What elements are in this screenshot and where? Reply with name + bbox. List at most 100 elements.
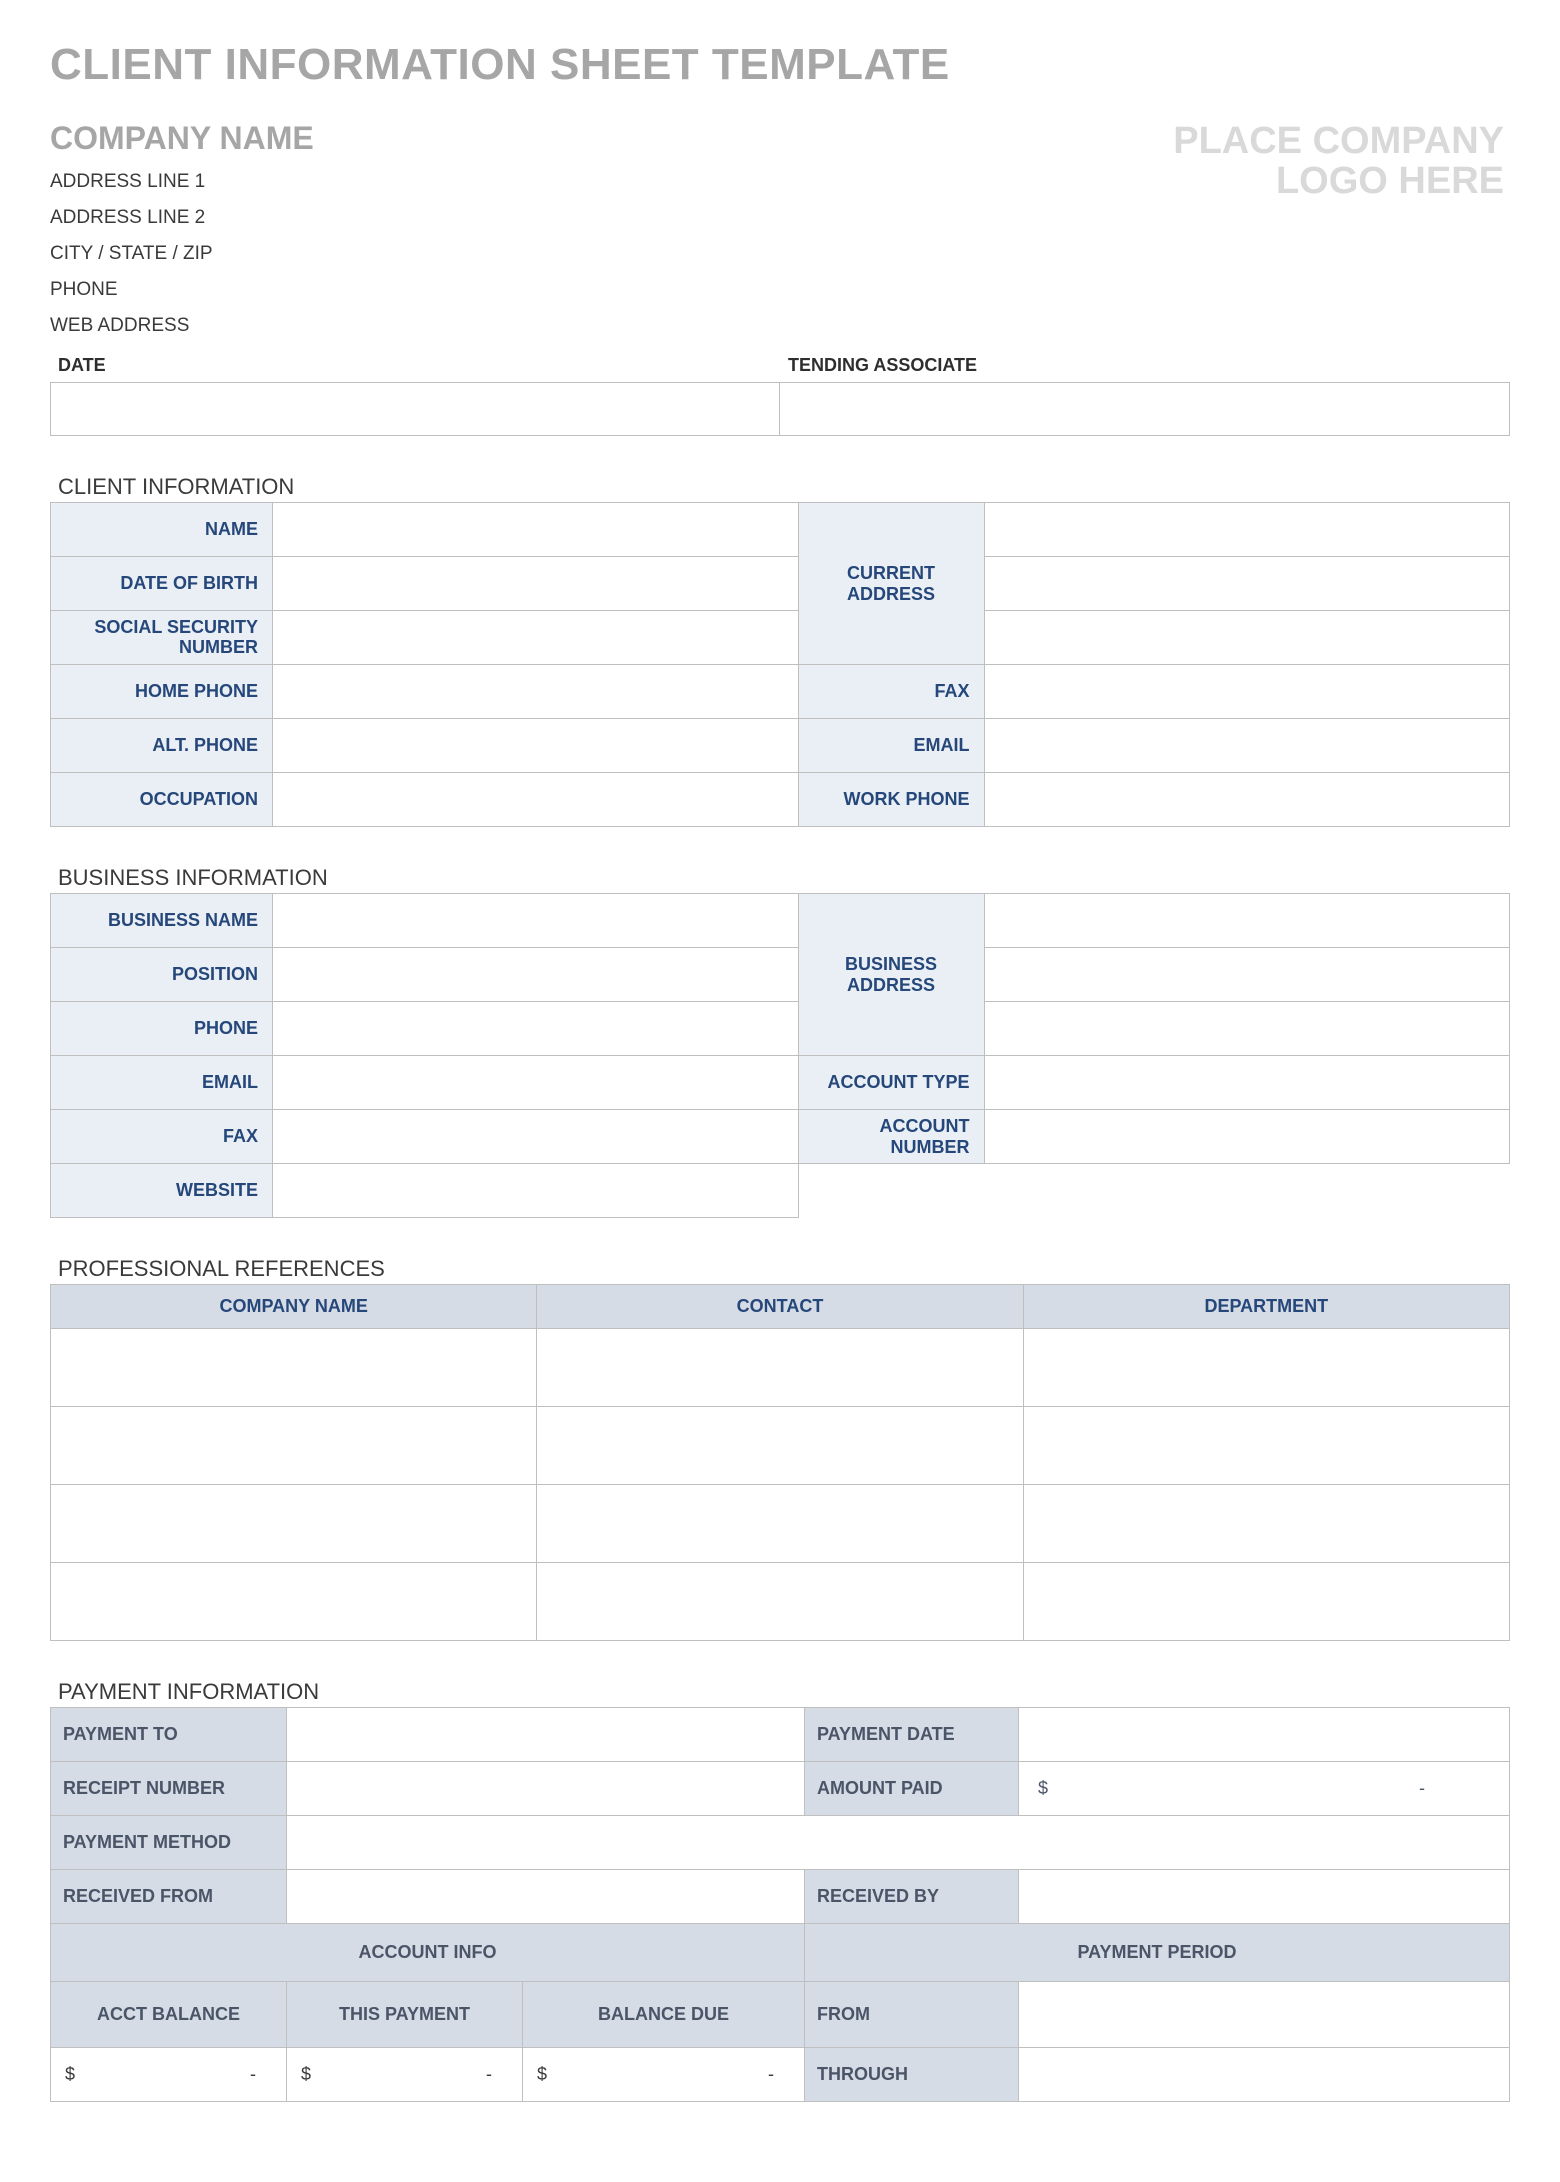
tending-associate-input[interactable]	[780, 382, 1510, 436]
logo-placeholder-line2: LOGO HERE	[1276, 160, 1504, 202]
input-dob[interactable]	[273, 557, 799, 611]
logo-placeholder-line1: PLACE COMPANY	[1173, 120, 1504, 162]
ref1-department[interactable]	[1023, 1329, 1509, 1407]
input-ssn[interactable]	[273, 611, 799, 665]
ref3-department[interactable]	[1023, 1485, 1509, 1563]
label-bemail: EMAIL	[51, 1056, 273, 1110]
label-receipt-number: RECEIPT NUMBER	[51, 1762, 287, 1816]
label-bfax: FAX	[51, 1110, 273, 1164]
input-account-number[interactable]	[984, 1110, 1510, 1164]
input-occupation[interactable]	[273, 773, 799, 827]
input-bphone[interactable]	[273, 1002, 799, 1056]
label-fax: FAX	[798, 665, 984, 719]
date-input[interactable]	[50, 382, 780, 436]
input-bfax[interactable]	[273, 1110, 799, 1164]
label-through: THROUGH	[805, 2048, 1019, 2102]
amount-dash: -	[768, 2064, 790, 2085]
ref2-company[interactable]	[51, 1407, 537, 1485]
label-account-number: ACCOUNT NUMBER	[798, 1110, 984, 1164]
value-acct-balance[interactable]: $ -	[51, 2048, 287, 2102]
input-alt-phone[interactable]	[273, 719, 799, 773]
label-bphone: PHONE	[51, 1002, 273, 1056]
label-business-name: BUSINESS NAME	[51, 894, 273, 948]
ref3-company[interactable]	[51, 1485, 537, 1563]
ref2-contact[interactable]	[537, 1407, 1023, 1485]
section-business-information: BUSINESS INFORMATION	[58, 865, 1510, 891]
label-alt-phone: ALT. PHONE	[51, 719, 273, 773]
amount-dash: -	[250, 2064, 272, 2085]
ref3-contact[interactable]	[537, 1485, 1023, 1563]
payment-information-table: PAYMENT TO PAYMENT DATE RECEIPT NUMBER A…	[50, 1707, 1510, 2102]
header-payment-period: PAYMENT PERIOD	[805, 1924, 1510, 1982]
label-name: NAME	[51, 503, 273, 557]
input-received-by[interactable]	[1019, 1870, 1510, 1924]
label-occupation: OCCUPATION	[51, 773, 273, 827]
dollar-sign: $	[301, 2064, 311, 2084]
dollar-sign: $	[1038, 1778, 1048, 1798]
ref4-company[interactable]	[51, 1563, 537, 1641]
company-city-state-zip: CITY / STATE / ZIP	[50, 243, 314, 265]
input-bemail[interactable]	[273, 1056, 799, 1110]
input-home-phone[interactable]	[273, 665, 799, 719]
input-business-address-3[interactable]	[984, 1002, 1510, 1056]
value-this-payment[interactable]: $ -	[287, 2048, 523, 2102]
company-phone: PHONE	[50, 279, 314, 301]
label-home-phone: HOME PHONE	[51, 665, 273, 719]
input-current-address-1[interactable]	[984, 503, 1510, 557]
label-website: WEBSITE	[51, 1164, 273, 1218]
amount-dash: -	[486, 2064, 508, 2085]
value-amount-paid[interactable]: $ -	[1019, 1762, 1510, 1816]
logo-placeholder: PLACE COMPANY LOGO HERE	[1173, 120, 1510, 202]
company-name: COMPANY NAME	[50, 120, 314, 157]
date-label: DATE	[50, 355, 780, 382]
label-received-from: RECEIVED FROM	[51, 1870, 287, 1924]
dollar-sign: $	[537, 2064, 547, 2084]
input-business-address-1[interactable]	[984, 894, 1510, 948]
label-account-type: ACCOUNT TYPE	[798, 1056, 984, 1110]
company-address1: ADDRESS LINE 1	[50, 171, 314, 193]
input-payment-date[interactable]	[1019, 1708, 1510, 1762]
header-company-name: COMPANY NAME	[51, 1285, 537, 1329]
dollar-sign: $	[65, 2064, 75, 2084]
input-fax[interactable]	[984, 665, 1510, 719]
input-account-type[interactable]	[984, 1056, 1510, 1110]
ref1-contact[interactable]	[537, 1329, 1023, 1407]
ref4-contact[interactable]	[537, 1563, 1023, 1641]
input-business-name[interactable]	[273, 894, 799, 948]
header-department: DEPARTMENT	[1023, 1285, 1509, 1329]
input-payment-method[interactable]	[287, 1816, 1510, 1870]
input-payment-to[interactable]	[287, 1708, 805, 1762]
input-through[interactable]	[1019, 2048, 1510, 2102]
input-position[interactable]	[273, 948, 799, 1002]
input-business-address-2[interactable]	[984, 948, 1510, 1002]
input-current-address-3[interactable]	[984, 611, 1510, 665]
label-balance-due: BALANCE DUE	[523, 1982, 805, 2048]
input-received-from[interactable]	[287, 1870, 805, 1924]
section-client-information: CLIENT INFORMATION	[58, 474, 1510, 500]
ref4-department[interactable]	[1023, 1563, 1509, 1641]
label-current-address: CURRENT ADDRESS	[798, 503, 984, 665]
label-ssn: SOCIAL SECURITY NUMBER	[51, 611, 273, 665]
input-receipt-number[interactable]	[287, 1762, 805, 1816]
input-email[interactable]	[984, 719, 1510, 773]
business-information-table: BUSINESS NAME BUSINESS ADDRESS POSITION …	[50, 893, 1510, 1218]
header-contact: CONTACT	[537, 1285, 1023, 1329]
amount-dash: -	[1419, 1778, 1495, 1799]
section-professional-references: PROFESSIONAL REFERENCES	[58, 1256, 1510, 1282]
label-from: FROM	[805, 1982, 1019, 2048]
company-web: WEB ADDRESS	[50, 315, 314, 337]
input-website[interactable]	[273, 1164, 799, 1218]
input-current-address-2[interactable]	[984, 557, 1510, 611]
input-from[interactable]	[1019, 1982, 1510, 2048]
ref1-company[interactable]	[51, 1329, 537, 1407]
page-title: CLIENT INFORMATION SHEET TEMPLATE	[50, 40, 1510, 90]
input-name[interactable]	[273, 503, 799, 557]
label-payment-date: PAYMENT DATE	[805, 1708, 1019, 1762]
client-information-table: NAME CURRENT ADDRESS DATE OF BIRTH SOCIA…	[50, 502, 1510, 827]
company-address2: ADDRESS LINE 2	[50, 207, 314, 229]
label-business-address: BUSINESS ADDRESS	[798, 894, 984, 1056]
value-balance-due[interactable]: $ -	[523, 2048, 805, 2102]
label-dob: DATE OF BIRTH	[51, 557, 273, 611]
input-work-phone[interactable]	[984, 773, 1510, 827]
ref2-department[interactable]	[1023, 1407, 1509, 1485]
